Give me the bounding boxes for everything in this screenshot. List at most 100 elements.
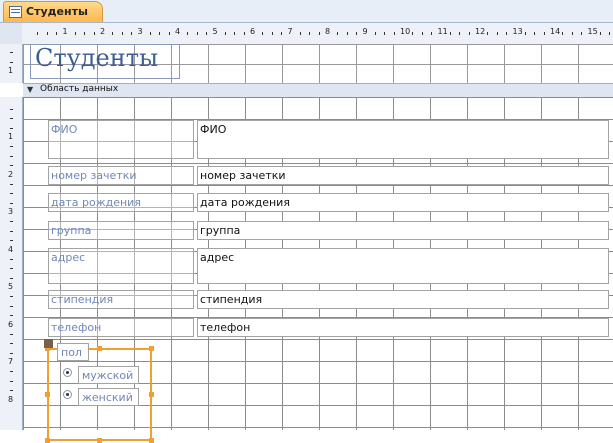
resize-handle[interactable] xyxy=(97,438,102,443)
ruler-tick xyxy=(10,258,13,260)
ruler-tick xyxy=(10,380,13,382)
resize-handle[interactable] xyxy=(149,392,154,397)
ruler-h-label: 8 xyxy=(325,27,331,36)
ruler-tick xyxy=(196,32,198,35)
ruler-v-label: 4 xyxy=(8,244,14,254)
ruler-h-label: 15 xyxy=(587,27,598,36)
ruler-tick xyxy=(431,32,433,35)
ruler-tick xyxy=(10,296,13,298)
document-tab-strip: Студенты xyxy=(0,0,613,23)
ruler-tick xyxy=(93,32,95,35)
label-address[interactable]: адрес xyxy=(48,248,194,284)
ruler-tick xyxy=(271,32,273,35)
label-group[interactable]: группа xyxy=(48,221,194,240)
ruler-tick xyxy=(10,146,13,148)
resize-handle[interactable] xyxy=(45,392,50,397)
field-stipend[interactable]: стипендия xyxy=(197,290,609,309)
ruler-h-label: 14 xyxy=(550,27,561,36)
ruler-h-label: 12 xyxy=(475,27,486,36)
ruler-tick xyxy=(10,183,13,185)
label-stipend[interactable]: стипендия xyxy=(48,290,194,309)
ruler-v-label: 1 xyxy=(8,66,14,75)
ruler-tick xyxy=(10,165,13,167)
option-male-label[interactable]: мужской xyxy=(78,366,139,384)
radio-female-icon[interactable] xyxy=(63,390,72,399)
ruler-tick xyxy=(609,32,611,35)
label-phone[interactable]: телефон xyxy=(48,318,194,337)
resize-handle[interactable] xyxy=(45,438,50,443)
ruler-h-label: 5 xyxy=(212,27,218,36)
ruler-tick xyxy=(243,32,245,35)
ruler-tick xyxy=(309,32,311,35)
ruler-h-label: 9 xyxy=(362,27,368,36)
field-group[interactable]: группа xyxy=(197,221,609,240)
vertical-ruler-detail[interactable]: 1 2 3 4 5 6 7 8 xyxy=(0,97,23,430)
ruler-h-label: 1 xyxy=(62,27,68,36)
ruler-tick xyxy=(234,32,236,35)
resize-handle[interactable] xyxy=(149,438,154,443)
ruler-tick xyxy=(10,240,13,242)
ruler-corner[interactable] xyxy=(0,23,23,45)
ruler-tick xyxy=(10,352,13,354)
option-female-label[interactable]: женский xyxy=(78,388,139,406)
ruler-tick xyxy=(506,32,508,35)
ruler-tick xyxy=(10,371,13,373)
resize-handle[interactable] xyxy=(97,346,102,351)
ruler-tick xyxy=(487,32,489,35)
ruler-v-label: 3 xyxy=(8,207,14,216)
ruler-tick xyxy=(84,32,86,35)
move-handle-icon[interactable] xyxy=(44,339,53,348)
ruler-tick xyxy=(10,155,13,157)
field-fio[interactable]: ФИО xyxy=(197,120,609,159)
ruler-tick xyxy=(149,32,151,35)
ruler-h-label: 2 xyxy=(100,27,106,36)
ruler-h-label: 7 xyxy=(287,27,293,36)
ruler-tick xyxy=(112,32,114,35)
ruler-tick xyxy=(10,193,13,195)
ruler-tick xyxy=(571,32,573,35)
resize-handle[interactable] xyxy=(149,346,154,351)
ruler-tick xyxy=(356,32,358,35)
form-title-label[interactable]: Студенты xyxy=(30,44,180,79)
horizontal-ruler[interactable]: 1 2 3 4 5 6 7 8 9 10 11 12 13 14 15 xyxy=(22,23,613,45)
field-phone[interactable]: телефон xyxy=(197,318,609,337)
ruler-tick xyxy=(10,108,13,110)
ruler-tick xyxy=(46,32,48,35)
ruler-tick xyxy=(168,32,170,35)
tab-students[interactable]: Студенты xyxy=(3,1,103,22)
ruler-tick xyxy=(299,32,301,35)
detail-section-bar[interactable]: ▼ Область данных xyxy=(23,83,613,98)
ruler-tick xyxy=(459,32,461,35)
ruler-v-label: 6 xyxy=(8,319,14,329)
ruler-tick xyxy=(10,118,13,120)
ruler-tick xyxy=(10,343,13,345)
ruler-tick xyxy=(599,32,601,35)
ruler-h-label: 3 xyxy=(137,27,143,36)
label-fio[interactable]: ФИО xyxy=(48,120,194,159)
label-birth-date[interactable]: дата рождения xyxy=(48,193,194,212)
ruler-h-label: 6 xyxy=(250,27,256,36)
ruler-tick xyxy=(10,390,13,392)
ruler-tick xyxy=(10,230,13,232)
label-record-book[interactable]: номер зачетки xyxy=(48,166,194,185)
option-group-label[interactable]: пол xyxy=(57,343,89,361)
field-birth-date[interactable]: дата рождения xyxy=(197,193,609,212)
tab-label: Студенты xyxy=(26,5,88,18)
radio-male-icon[interactable] xyxy=(63,368,72,377)
field-record-book[interactable]: номер зачетки xyxy=(197,166,609,185)
ruler-tick xyxy=(159,32,161,35)
ruler-h-label: 10 xyxy=(400,27,411,36)
ruler-h-label: 11 xyxy=(437,27,448,36)
field-address[interactable]: адрес xyxy=(197,248,609,284)
ruler-tick xyxy=(10,61,13,63)
ruler-tick xyxy=(10,52,13,54)
ruler-tick xyxy=(543,32,545,35)
ruler-tick xyxy=(10,305,13,307)
ruler-tick xyxy=(534,32,536,35)
section-arrow-icon: ▼ xyxy=(27,85,34,94)
ruler-h-label: 13 xyxy=(512,27,523,36)
ruler-tick xyxy=(346,32,348,35)
vertical-ruler-header[interactable]: 1 xyxy=(0,44,23,83)
ruler-tick xyxy=(10,221,13,223)
ruler-tick xyxy=(10,315,13,317)
